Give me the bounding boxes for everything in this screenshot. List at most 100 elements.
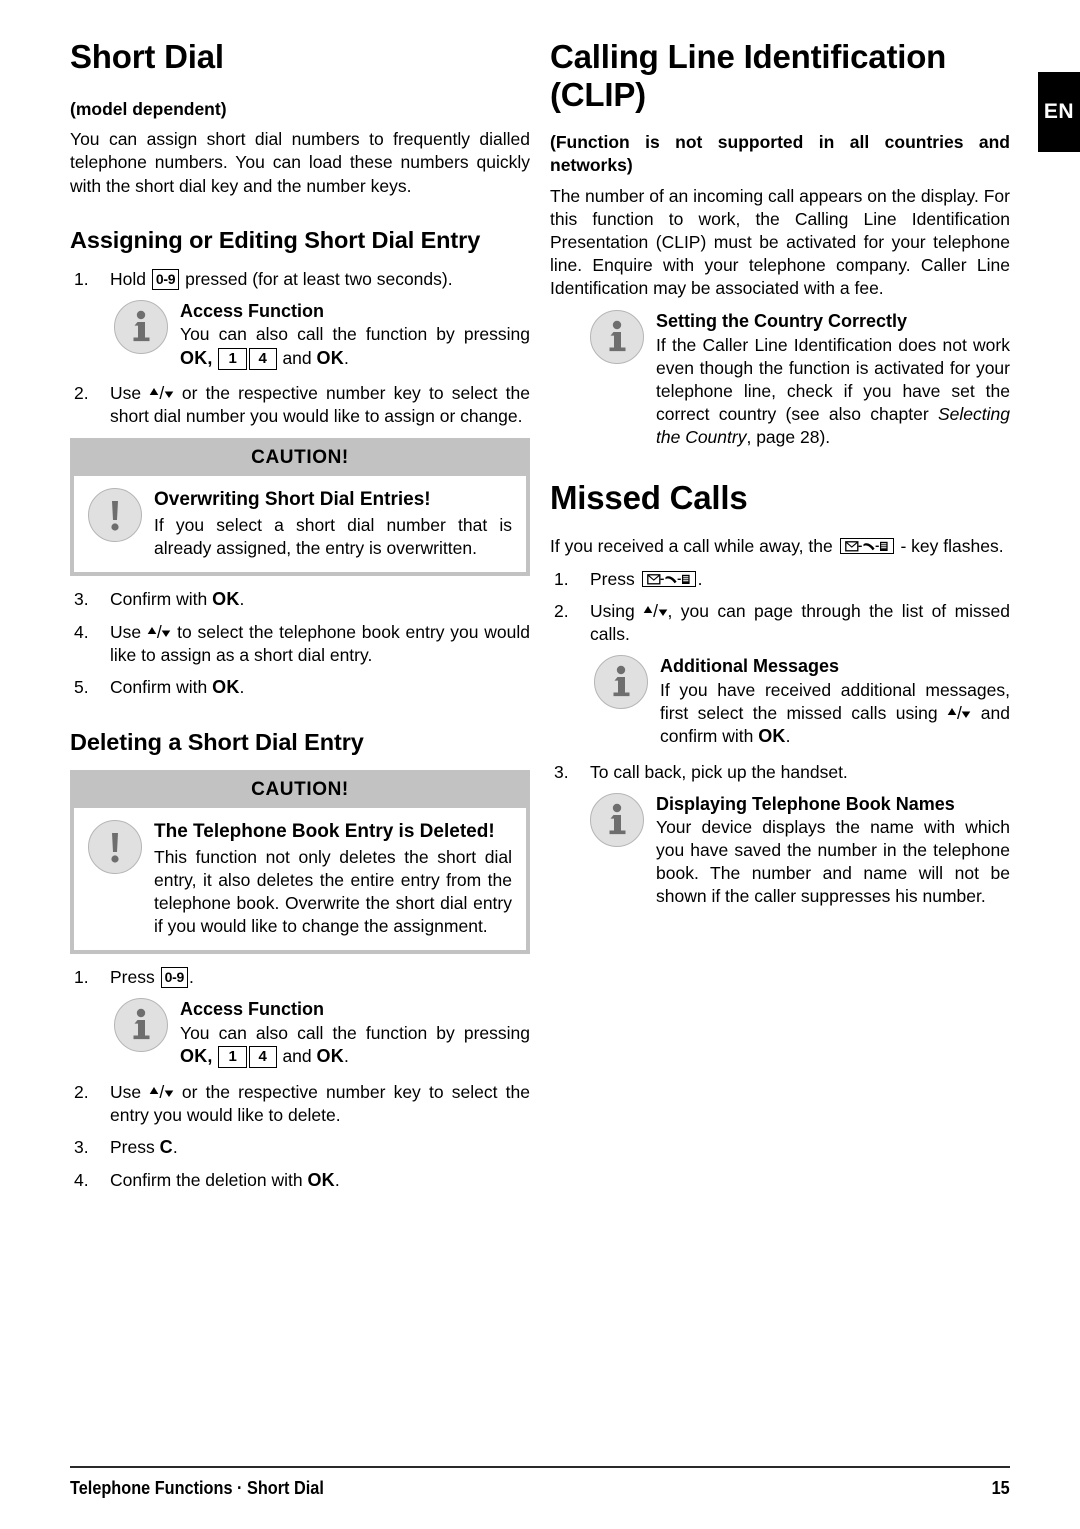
- note-additional-messages: Additional Messages If you have received…: [590, 655, 1010, 748]
- note-body: Your device displays the name with which…: [656, 817, 1010, 907]
- up-down-arrows-icon: /: [643, 600, 667, 623]
- page-title: Short Dial: [70, 38, 224, 75]
- ok-label: OK: [212, 589, 240, 610]
- up-down-arrows-icon: /: [947, 702, 971, 725]
- missed-intro-pre: If you received a call while away, the: [550, 535, 833, 556]
- step-assign-5: 5. Confirm with OK.: [70, 676, 530, 700]
- step-number: 3.: [74, 1137, 89, 1158]
- note-text-end: .: [785, 725, 791, 746]
- step-number: 2.: [554, 600, 569, 621]
- step-missed-2: 2. Using / , you can page through the li…: [550, 600, 1010, 646]
- two-column-body: Short Dial (model dependent) You can ass…: [70, 38, 1010, 1202]
- missed-calls-intro: If you received a call while away, the -…: [550, 535, 1010, 558]
- step-number: 1.: [554, 568, 569, 589]
- right-column: Calling Line Identification (CLIP) (Func…: [550, 38, 1010, 921]
- step-text-pre: Press: [590, 568, 635, 589]
- model-dependent-note: (model dependent): [70, 98, 227, 119]
- caution-title: Overwriting Short Dial Entries!: [154, 489, 431, 511]
- step-text-pre: Using: [590, 600, 635, 621]
- note-text-mid: and: [282, 347, 312, 368]
- caution-content: The Telephone Book Entry is Deleted! Thi…: [86, 820, 512, 938]
- key-4-icon: 4: [248, 1046, 277, 1069]
- note-text-pre: You can also call the function by pressi…: [180, 1022, 530, 1043]
- caution-inner: Overwriting Short Dial Entries! If you s…: [74, 476, 526, 573]
- missed-call-key-icon: [641, 570, 696, 587]
- page-number: 15: [991, 1477, 1010, 1498]
- info-icon: [114, 998, 168, 1053]
- key-c-label: C: [159, 1137, 173, 1158]
- step-number: 2.: [74, 1081, 89, 1102]
- step-text-pre: Confirm the deletion with: [110, 1169, 303, 1190]
- step-text-pre: Confirm with: [110, 589, 208, 610]
- note-body: You can also call the function by pressi…: [180, 1022, 530, 1069]
- breadcrumb: Telephone Functions · Short Dial: [70, 1477, 324, 1498]
- note-access-function-delete: Access Function You can also call the fu…: [110, 998, 530, 1069]
- exclamation-icon: [88, 488, 142, 543]
- clip-support-note: (Function is not supported in all countr…: [550, 132, 1010, 175]
- ok-label: OK: [307, 1169, 335, 1190]
- step-assign-4: 4. Use / to select the telephone book en…: [70, 621, 530, 667]
- note-text-end: .: [343, 347, 349, 368]
- step-missed-3: 3. To call back, pick up the handset.: [550, 761, 1010, 784]
- step-text-end: .: [239, 589, 245, 610]
- caution-body: If you select a short dial number that i…: [154, 515, 512, 559]
- info-icon: [590, 310, 644, 365]
- note-body: If the Caller Line Identification does n…: [656, 334, 1010, 449]
- up-down-arrows-icon: /: [149, 1081, 173, 1104]
- step-text-pre: Use: [110, 1081, 142, 1102]
- info-icon: [594, 655, 648, 710]
- language-tab-label: EN: [1043, 100, 1075, 123]
- heading-clip: Calling Line Identification (CLIP): [550, 38, 947, 113]
- caution-header: CAUTION!: [251, 447, 349, 469]
- note-setting-country: Setting the Country Correctly If the Cal…: [586, 310, 1010, 449]
- step-text-pre: Use: [110, 622, 142, 643]
- step-missed-1: 1. Press .: [550, 568, 1010, 591]
- ok-label: OK,: [180, 1046, 213, 1067]
- step-text-pre: Use: [110, 383, 142, 404]
- note-title: Additional Messages: [660, 656, 840, 677]
- caution-inner: The Telephone Book Entry is Deleted! Thi…: [74, 808, 526, 951]
- note-body: If you have received additional messages…: [660, 679, 1010, 749]
- left-column: Short Dial (model dependent) You can ass…: [70, 38, 530, 1202]
- step-assign-3: 3. Confirm with OK.: [70, 588, 530, 612]
- key-1-icon: 1: [218, 347, 247, 370]
- note-text-end: .: [343, 1046, 349, 1067]
- step-text-post: to select the telephone book entry you w…: [110, 622, 530, 666]
- step-text-end: .: [334, 1169, 340, 1190]
- footer-row: Telephone Functions · Short Dial 15: [70, 1477, 1010, 1499]
- heading-assigning-short-dial: Assigning or Editing Short Dial Entry: [70, 226, 481, 253]
- step-delete-1: 1. Press 0-9.: [70, 966, 530, 989]
- step-text: To call back, pick up the handset.: [590, 761, 848, 782]
- language-tab: EN: [1038, 72, 1080, 152]
- step-text-pre: Confirm with: [110, 677, 208, 698]
- step-text-end: .: [697, 568, 703, 589]
- note-body: You can also call the function by pressi…: [180, 323, 530, 370]
- exclamation-icon: [88, 820, 142, 875]
- note-title: Setting the Country Correctly: [656, 311, 908, 332]
- ok-label-2: OK: [316, 347, 344, 368]
- key-0-9-icon: 0-9: [151, 268, 180, 290]
- step-number: 1.: [74, 967, 89, 988]
- step-text-end: .: [188, 967, 194, 988]
- note-text-post: , page 28).: [746, 427, 831, 448]
- step-number: 2.: [74, 383, 89, 404]
- key-4-icon: 4: [248, 347, 277, 370]
- caution-header: CAUTION!: [251, 779, 349, 801]
- clip-intro: The number of an incoming call appears o…: [550, 185, 1010, 299]
- step-text-end: .: [172, 1137, 178, 1158]
- info-icon: [114, 299, 168, 354]
- note-title: Access Function: [180, 300, 325, 321]
- step-text-pre: Hold: [110, 268, 146, 289]
- missed-call-key-icon: [839, 537, 894, 554]
- note-text-pre: You can also call the function by pressi…: [180, 324, 530, 345]
- note-title: Displaying Telephone Book Names: [656, 793, 955, 814]
- caution-body: This function not only deletes the short…: [154, 847, 512, 937]
- ok-label-2: OK: [316, 1046, 344, 1067]
- key-0-9-icon: 0-9: [160, 967, 188, 989]
- ok-label: OK: [758, 725, 786, 746]
- step-number: 5.: [74, 677, 89, 698]
- caution-box-overwriting: CAUTION! Overwriting Short Dial Entries!…: [70, 438, 530, 577]
- heading-missed-calls: Missed Calls: [550, 479, 748, 517]
- missed-intro-post: - key flashes.: [900, 535, 1004, 556]
- step-number: 3.: [554, 761, 569, 782]
